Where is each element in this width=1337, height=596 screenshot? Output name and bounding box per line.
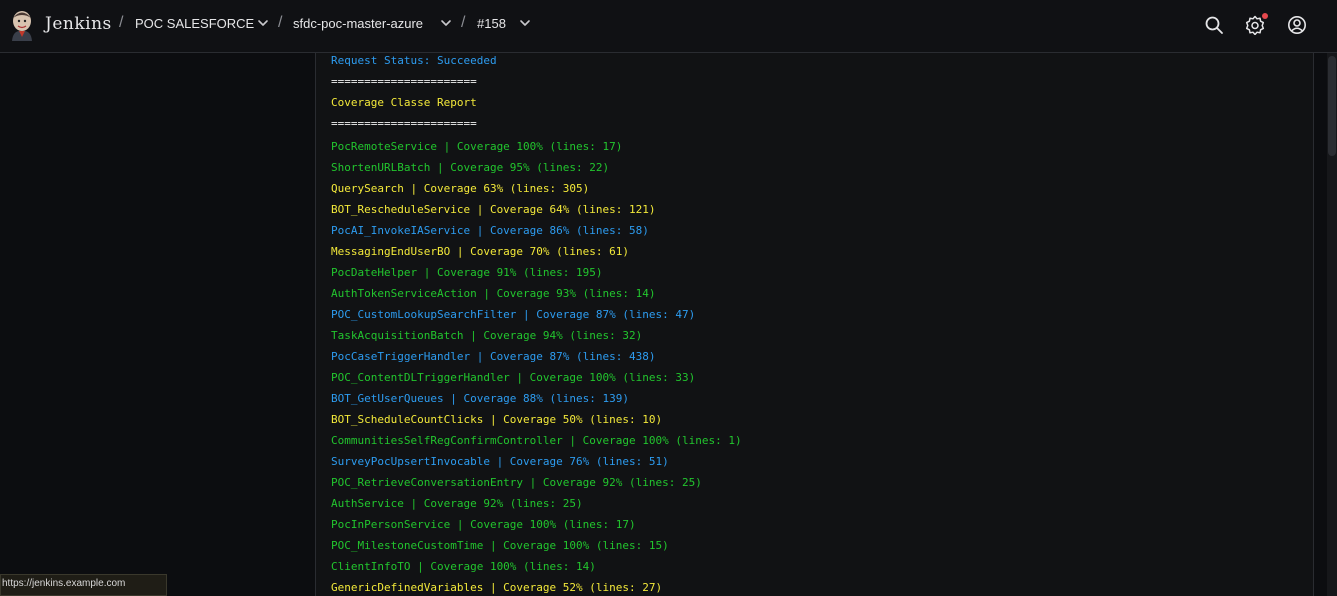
coverage-row: QuerySearch | Coverage 63% (lines: 305) [331,182,590,195]
status-bar-url: https://jenkins.example.com [0,574,167,596]
coverage-row: PocCaseTriggerHandler | Coverage 87% (li… [331,350,656,363]
chevron-down-icon[interactable] [256,16,270,30]
console-output: Request Status: Succeeded ==============… [315,53,1314,596]
report-title: Coverage Classe Report [331,96,477,109]
chevron-down-icon[interactable] [439,16,453,30]
account-icon[interactable] [1287,15,1307,35]
coverage-row: AuthTokenServiceAction | Coverage 93% (l… [331,287,656,300]
scrollbar-thumb[interactable] [1328,56,1336,156]
coverage-row: GenericDefinedVariables | Coverage 52% (… [331,581,663,594]
chevron-down-icon[interactable] [518,16,532,30]
coverage-row: AuthService | Coverage 92% (lines: 25) [331,497,583,510]
breadcrumb-separator: / [278,14,283,31]
divider-line: ====================== [331,75,477,88]
jenkins-logo-icon[interactable] [8,9,36,41]
notification-dot [1262,13,1268,19]
brand-name[interactable]: Jenkins [45,14,112,34]
coverage-row: MessagingEndUserBO | Coverage 70% (lines… [331,245,630,258]
coverage-row: POC_RetrieveConversationEntry | Coverage… [331,476,702,489]
coverage-row: PocInPersonService | Coverage 100% (line… [331,518,636,531]
breadcrumb-separator: / [461,14,466,31]
breadcrumb-folder[interactable]: POC SALESFORCE [135,16,254,31]
coverage-row: PocAI_InvokeIAService | Coverage 86% (li… [331,224,649,237]
coverage-row: POC_ContentDLTriggerHandler | Coverage 1… [331,371,696,384]
coverage-row: ClientInfoTO | Coverage 100% (lines: 14) [331,560,596,573]
breadcrumb-job[interactable]: sfdc-poc-master-azure [293,16,423,31]
breadcrumb-build[interactable]: #158 [477,16,506,31]
search-icon[interactable] [1204,15,1224,35]
coverage-row: POC_CustomLookupSearchFilter | Coverage … [331,308,696,321]
coverage-row: PocRemoteService | Coverage 100% (lines:… [331,140,623,153]
top-header: Jenkins / POC SALESFORCE / sfdc-poc-mast… [0,0,1337,53]
coverage-row: TaskAcquisitionBatch | Coverage 94% (lin… [331,329,643,342]
coverage-row: BOT_GetUserQueues | Coverage 88% (lines:… [331,392,630,405]
coverage-row: BOT_ScheduleCountClicks | Coverage 50% (… [331,413,663,426]
coverage-row: SurveyPocUpsertInvocable | Coverage 76% … [331,455,669,468]
request-status-line: Request Status: Succeeded [331,54,497,67]
coverage-row: CommunitiesSelfRegConfirmController | Co… [331,434,742,447]
coverage-row: PocDateHelper | Coverage 91% (lines: 195… [331,266,603,279]
coverage-row: BOT_RescheduleService | Coverage 64% (li… [331,203,656,216]
breadcrumb-separator: / [119,14,124,31]
coverage-row: ShortenURLBatch | Coverage 95% (lines: 2… [331,161,610,174]
coverage-row: POC_MilestoneCustomTime | Coverage 100% … [331,539,669,552]
divider-line: ====================== [331,117,477,130]
